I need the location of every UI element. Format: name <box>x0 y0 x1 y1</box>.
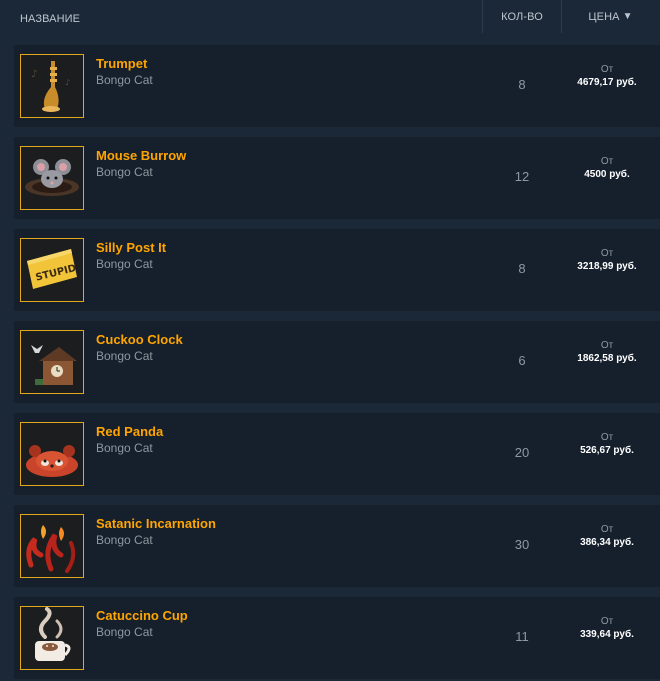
item-title[interactable]: Satanic Incarnation <box>96 516 216 531</box>
item-price: 386,34 руб. <box>580 537 634 548</box>
listing-row-cuckoo-clock[interactable]: Cuckoo Clock Bongo Cat 6 От 1862,58 руб. <box>14 321 660 403</box>
column-header-name[interactable]: НАЗВАНИЕ <box>20 13 80 25</box>
item-game: Bongo Cat <box>96 441 153 455</box>
item-title[interactable]: Red Panda <box>96 424 163 439</box>
item-price-box: От 339,64 руб. <box>562 615 652 642</box>
item-quantity: 6 <box>518 353 526 368</box>
item-price: 339,64 руб. <box>580 629 634 640</box>
item-game: Bongo Cat <box>96 165 153 179</box>
item-quantity: 30 <box>514 537 530 552</box>
sort-descending-icon: ▼ <box>622 11 633 22</box>
item-title[interactable]: Mouse Burrow <box>96 148 186 163</box>
listing-row-catuccino-cup[interactable]: Catuccino Cup Bongo Cat 11 От 339,64 руб… <box>14 597 660 679</box>
listing-row-mouse-burrow[interactable]: Mouse Burrow Bongo Cat 12 От 4500 руб. <box>14 137 660 219</box>
item-quantity: 8 <box>518 77 526 92</box>
price-from-label: От <box>600 340 614 351</box>
item-price-box: От 1862,58 руб. <box>562 339 652 366</box>
item-price-box: От 386,34 руб. <box>562 523 652 550</box>
market-listing-table: НАЗВАНИЕ КОЛ-ВО ЦЕНА ▼ ♪ ♪ Trumpet Bongo… <box>0 0 660 681</box>
red-panda-icon <box>20 422 84 486</box>
item-price-box: От 526,67 руб. <box>562 431 652 458</box>
column-header-quantity[interactable]: КОЛ-ВО <box>482 0 562 33</box>
item-price-box: От 4500 руб. <box>562 155 652 182</box>
item-quantity: 12 <box>514 169 530 184</box>
item-quantity: 8 <box>518 261 526 276</box>
listing-row-satanic-incarnation[interactable]: Satanic Incarnation Bongo Cat 30 От 386,… <box>14 505 660 587</box>
svg-text:♪: ♪ <box>65 78 70 87</box>
price-from-label: От <box>600 524 614 535</box>
item-game: Bongo Cat <box>96 533 153 547</box>
satanic-incarnation-icon <box>20 514 84 578</box>
item-title[interactable]: Cuckoo Clock <box>96 332 183 347</box>
column-header-price-label: ЦЕНА <box>588 10 620 23</box>
item-quantity: 11 <box>515 629 529 644</box>
item-title[interactable]: Trumpet <box>96 56 147 71</box>
price-from-label: От <box>600 156 614 167</box>
column-header-price[interactable]: ЦЕНА ▼ <box>562 0 659 33</box>
cuckoo-clock-icon <box>20 330 84 394</box>
price-from-label: От <box>600 248 614 259</box>
listing-row-silly-post-it[interactable]: STUPID Silly Post It Bongo Cat 8 От 3218… <box>14 229 660 311</box>
post-it-icon: STUPID <box>20 238 84 302</box>
item-price: 4500 руб. <box>584 169 630 180</box>
column-header-quantity-label: КОЛ-ВО <box>501 10 543 23</box>
coffee-cup-icon <box>20 606 84 670</box>
item-price: 3218,99 руб. <box>577 261 637 272</box>
item-price: 1862,58 руб. <box>577 353 637 364</box>
trumpet-icon: ♪ ♪ <box>20 54 84 118</box>
price-from-label: От <box>600 64 614 75</box>
item-title[interactable]: Silly Post It <box>96 240 166 255</box>
item-game: Bongo Cat <box>96 349 153 363</box>
price-from-label: От <box>600 432 614 443</box>
price-from-label: От <box>600 616 614 627</box>
mouse-burrow-icon <box>20 146 84 210</box>
item-price: 526,67 руб. <box>580 445 634 456</box>
item-game: Bongo Cat <box>96 625 153 639</box>
item-price: 4679,17 руб. <box>577 77 637 88</box>
item-title[interactable]: Catuccino Cup <box>96 608 188 623</box>
listing-row-red-panda[interactable]: Red Panda Bongo Cat 20 От 526,67 руб. <box>14 413 660 495</box>
listing-row-trumpet[interactable]: ♪ ♪ Trumpet Bongo Cat 8 От 4679,17 руб. <box>14 45 660 127</box>
item-price-box: От 3218,99 руб. <box>562 247 652 274</box>
svg-text:♪: ♪ <box>31 69 37 80</box>
item-price-box: От 4679,17 руб. <box>562 63 652 90</box>
item-game: Bongo Cat <box>96 73 153 87</box>
item-quantity: 20 <box>514 445 530 460</box>
table-header: НАЗВАНИЕ КОЛ-ВО ЦЕНА ▼ <box>14 0 659 33</box>
item-game: Bongo Cat <box>96 257 153 271</box>
